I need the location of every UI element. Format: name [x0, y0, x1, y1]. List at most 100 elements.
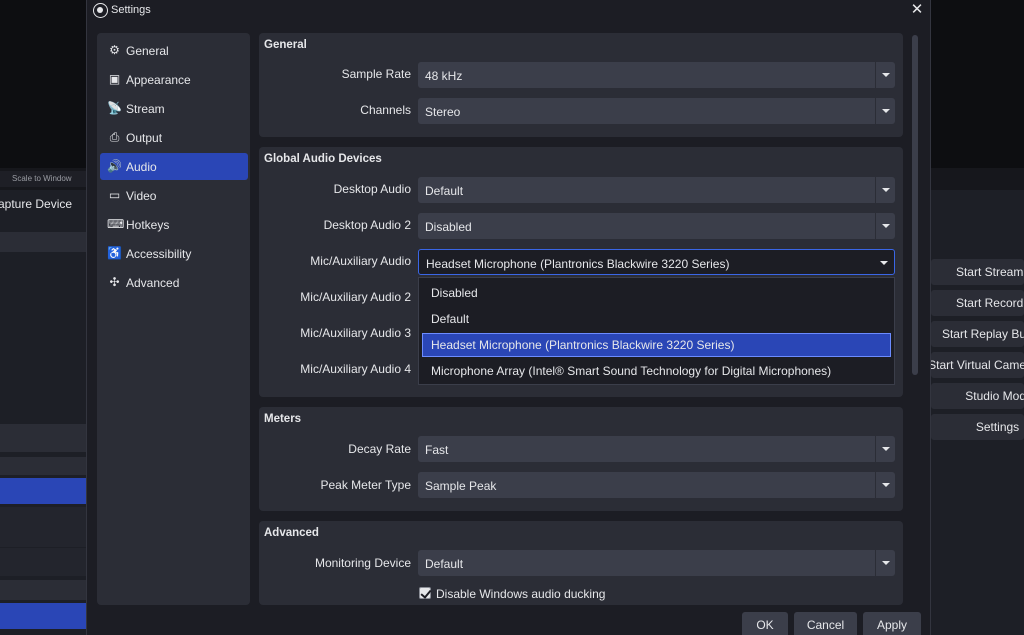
dialog-title: Settings — [111, 4, 151, 16]
chevron-down-icon — [875, 550, 895, 576]
chevron-down-icon — [874, 250, 894, 276]
list-row — [0, 507, 86, 547]
sidebar-item-video[interactable]: ▭ Video — [100, 182, 248, 209]
decay-rate-select[interactable]: Fast — [418, 436, 895, 462]
appearance-icon: ▣ — [108, 72, 121, 86]
dropdown-option-disabled[interactable]: Disabled — [422, 281, 891, 305]
start-virtual-camera-button[interactable]: Start Virtual Came — [931, 352, 1024, 378]
mic-aux-select[interactable]: Headset Microphone (Plantronics Blackwir… — [418, 249, 895, 275]
dropdown-option-microphone-array[interactable]: Microphone Array (Intel® Smart Sound Tec… — [422, 359, 891, 383]
channels-label: Channels — [360, 103, 411, 117]
desktop-audio-select[interactable]: Default — [418, 177, 895, 203]
disable-audio-ducking-checkbox[interactable] — [419, 587, 431, 599]
meters-group: Meters Decay Rate Fast Peak Meter Type S… — [259, 407, 903, 511]
studio-mode-button[interactable]: Studio Mod — [931, 383, 1024, 409]
list-row-selected[interactable] — [0, 478, 86, 504]
list-row — [0, 457, 86, 475]
sidebar-item-label: Output — [126, 131, 163, 145]
tools-icon: ✣ — [109, 275, 120, 289]
settings-sidebar: ⚙ General ▣ Appearance 📡 Stream ⎙ Output… — [97, 33, 250, 605]
monitoring-device-select[interactable]: Default — [418, 550, 895, 576]
sidebar-item-accessibility[interactable]: ♿ Accessibility — [100, 240, 248, 267]
mic-aux-dropdown-list: Disabled Default Headset Microphone (Pla… — [418, 277, 895, 385]
peak-meter-label: Peak Meter Type — [320, 478, 412, 492]
monitor-icon: ▭ — [108, 188, 121, 202]
chevron-down-icon — [875, 177, 895, 203]
sidebar-item-audio[interactable]: 🔊 Audio — [100, 153, 248, 180]
general-title: General — [264, 39, 307, 51]
gear-icon: ⚙ — [109, 43, 120, 57]
start-recording-button[interactable]: Start Recordi — [931, 290, 1024, 316]
monitoring-device-value: Default — [425, 557, 464, 571]
dropdown-option-headset-microphone[interactable]: Headset Microphone (Plantronics Blackwir… — [422, 333, 891, 357]
scale-to-window-label: Scale to Window — [0, 171, 86, 187]
accessibility-icon: ♿ — [107, 246, 122, 260]
sidebar-item-label: Video — [126, 189, 157, 203]
controls-panel — [931, 190, 1024, 635]
meters-title: Meters — [264, 413, 302, 425]
cancel-button[interactable]: Cancel — [794, 612, 857, 635]
monitoring-device-label: Monitoring Device — [314, 556, 411, 570]
sample-rate-select[interactable]: 48 kHz — [418, 62, 895, 88]
sidebar-item-label: Stream — [126, 102, 165, 116]
global-audio-title: Global Audio Devices — [264, 153, 382, 165]
title-bar: Settings ✕ — [87, 0, 932, 22]
list-row — [0, 232, 86, 252]
obs-logo-icon — [93, 3, 108, 18]
close-button[interactable]: ✕ — [909, 2, 925, 18]
sidebar-item-label: General — [126, 44, 169, 58]
desktop-audio2-select[interactable]: Disabled — [418, 213, 895, 239]
sidebar-item-stream[interactable]: 📡 Stream — [100, 95, 248, 122]
mic-aux2-label: Mic/Auxiliary Audio 2 — [300, 290, 411, 304]
chevron-down-icon — [875, 213, 895, 239]
antenna-icon: 📡 — [107, 101, 122, 115]
general-group: General Sample Rate 48 kHz Channels Ster… — [259, 33, 903, 137]
mic-aux-label: Mic/Auxiliary Audio — [310, 254, 411, 268]
mic-aux-value: Headset Microphone (Plantronics Blackwir… — [426, 257, 730, 271]
sidebar-item-general[interactable]: ⚙ General — [100, 37, 248, 64]
chevron-down-icon — [875, 436, 895, 462]
sidebar-item-label: Accessibility — [126, 247, 192, 261]
settings-button[interactable]: Settings — [931, 414, 1024, 440]
source-capture-device[interactable]: apture Device — [0, 197, 84, 211]
channels-select[interactable]: Stereo — [418, 98, 895, 124]
list-row — [0, 548, 86, 576]
list-row — [0, 424, 86, 452]
peak-meter-select[interactable]: Sample Peak — [418, 472, 895, 498]
decay-rate-value: Fast — [425, 443, 449, 457]
ok-button[interactable]: OK — [742, 612, 788, 635]
advanced-title: Advanced — [264, 527, 319, 539]
disable-audio-ducking-label: Disable Windows audio ducking — [436, 587, 606, 601]
sidebar-item-hotkeys[interactable]: ⌨ Hotkeys — [100, 211, 248, 238]
speaker-icon: 🔊 — [107, 159, 122, 173]
chevron-down-icon — [875, 472, 895, 498]
sidebar-item-advanced[interactable]: ✣ Advanced — [100, 269, 248, 296]
sidebar-item-appearance[interactable]: ▣ Appearance — [100, 66, 248, 93]
output-icon: ⎙ — [109, 130, 120, 144]
chevron-down-icon — [875, 62, 895, 88]
start-replay-buffer-button[interactable]: Start Replay Bu — [931, 321, 1024, 347]
sidebar-item-label: Hotkeys — [126, 218, 170, 232]
sample-rate-label: Sample Rate — [341, 67, 411, 81]
sidebar-item-label: Audio — [126, 160, 157, 174]
settings-dialog: Settings ✕ ⚙ General ▣ Appearance 📡 Stre… — [86, 0, 931, 635]
desktop-audio-label: Desktop Audio — [333, 182, 411, 196]
apply-button[interactable]: Apply — [863, 612, 921, 635]
dropdown-option-default[interactable]: Default — [422, 307, 891, 331]
list-row — [0, 580, 86, 600]
mic-aux4-label: Mic/Auxiliary Audio 4 — [300, 362, 411, 376]
sidebar-item-label: Advanced — [126, 276, 180, 290]
peak-meter-value: Sample Peak — [425, 479, 497, 493]
desktop-audio2-label: Desktop Audio 2 — [323, 218, 411, 232]
keyboard-icon: ⌨ — [107, 217, 125, 231]
mic-aux3-label: Mic/Auxiliary Audio 3 — [300, 326, 411, 340]
start-streaming-button[interactable]: Start Streami — [931, 259, 1024, 285]
chevron-down-icon — [875, 98, 895, 124]
channels-value: Stereo — [425, 105, 461, 119]
desktop-audio2-value: Disabled — [425, 220, 472, 234]
content-scrollbar[interactable] — [912, 35, 918, 375]
sample-rate-value: 48 kHz — [425, 69, 463, 83]
list-row-selected[interactable] — [0, 603, 86, 629]
desktop-audio-value: Default — [425, 184, 464, 198]
sidebar-item-output[interactable]: ⎙ Output — [100, 124, 248, 151]
